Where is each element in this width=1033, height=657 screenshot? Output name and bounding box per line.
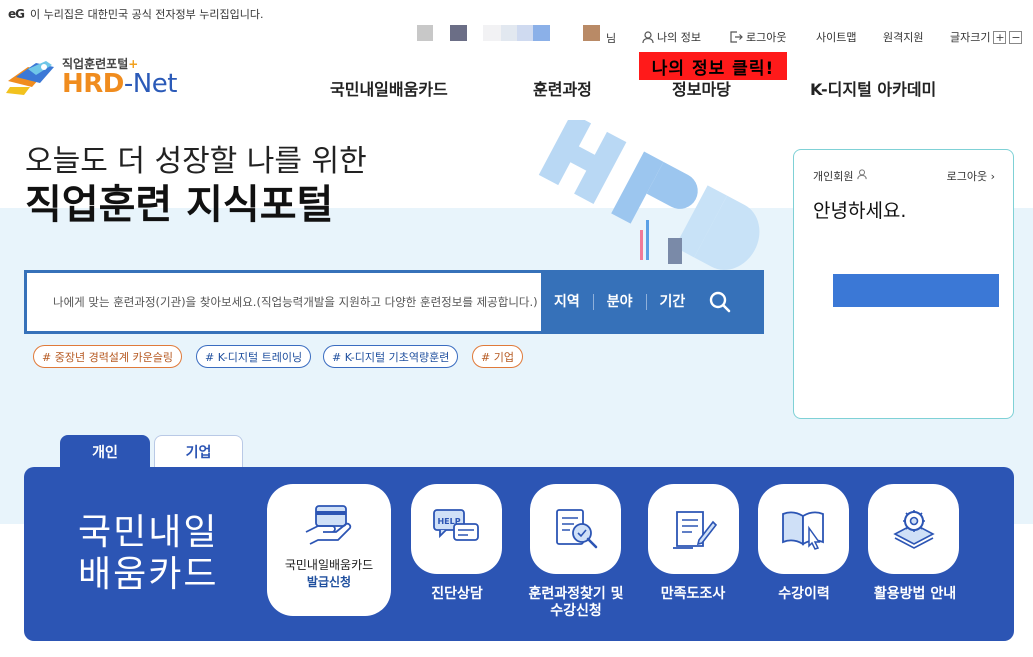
logo-emblem-icon bbox=[6, 61, 54, 95]
nav-training-courses[interactable]: 훈련과정 bbox=[533, 76, 592, 100]
zoom-in-button[interactable]: + bbox=[993, 30, 1007, 44]
nav-k-digital-academy[interactable]: K-디지털 아카데미 bbox=[810, 76, 936, 100]
member-type-label: 개인회원 bbox=[813, 170, 854, 183]
course-search-label: 훈련과정찾기 및 수강신청 bbox=[528, 586, 624, 619]
hashtag-k-digital-basic[interactable]: # K-디지털 기초역량훈련 bbox=[323, 345, 459, 368]
card-issue-tile[interactable]: 국민내일배움카드 발급신청 bbox=[267, 484, 391, 616]
my-info-link[interactable]: 나의 정보 bbox=[642, 29, 701, 45]
course-search-input[interactable] bbox=[27, 273, 541, 331]
filter-region[interactable]: 지역 bbox=[541, 294, 594, 310]
book-cursor-icon bbox=[781, 511, 824, 550]
usage-guide-tile[interactable] bbox=[868, 484, 959, 574]
card-logout-link[interactable]: 로그아웃 › bbox=[947, 168, 995, 184]
logo-dash: - bbox=[123, 69, 133, 99]
swatch bbox=[417, 25, 433, 41]
hashtag-company[interactable]: # 기업 bbox=[472, 345, 523, 368]
course-history-tile[interactable] bbox=[758, 484, 849, 574]
gear-stack-icon bbox=[892, 510, 935, 549]
filter-field[interactable]: 분야 bbox=[594, 294, 647, 310]
swatch bbox=[483, 25, 501, 41]
hero-title: 직업훈련 지식포털 bbox=[25, 182, 334, 228]
logout-icon bbox=[730, 31, 743, 43]
remote-support-link[interactable]: 원격지원 bbox=[883, 29, 923, 45]
user-suffix: 님 bbox=[606, 32, 617, 45]
card-logout-label: 로그아웃 bbox=[946, 170, 988, 183]
swatch bbox=[450, 25, 467, 41]
filter-period[interactable]: 기간 bbox=[647, 294, 699, 310]
survey-pen-icon bbox=[672, 511, 717, 549]
gov-logo-icon: eG bbox=[8, 7, 25, 21]
consult-label: 진단상담 bbox=[431, 586, 483, 602]
hashtag-midcareer-counseling[interactable]: # 중장년 경력설계 카운슬링 bbox=[33, 345, 183, 368]
document-search-icon bbox=[555, 509, 597, 549]
logout-label: 로그아웃 bbox=[746, 31, 787, 44]
font-size-label: 글자크기 bbox=[950, 31, 991, 44]
gov-banner: eG 이 누리집은 대한민국 공식 전자정부 누리집입니다. bbox=[8, 4, 264, 24]
logo-wordmark: HRD-Net bbox=[62, 69, 177, 99]
card-issue-label-1: 국민내일배움카드 bbox=[284, 558, 374, 572]
hrd-net-logo[interactable]: 직업훈련포털+ HRD-Net bbox=[6, 55, 186, 101]
login-card: 개인회원 로그아웃 › 안녕하세요. bbox=[793, 149, 1014, 419]
swatch bbox=[583, 25, 600, 41]
font-size-control: 글자크기 + − bbox=[950, 29, 1023, 45]
search-filters: 지역 분야 기간 bbox=[541, 273, 761, 331]
satisfaction-survey-tile[interactable] bbox=[648, 484, 739, 574]
swatch bbox=[501, 25, 517, 41]
greeting: 안녕하세요. bbox=[813, 200, 907, 222]
course-search-tile[interactable] bbox=[530, 484, 621, 574]
card-issue-label-2: 발급신청 bbox=[306, 575, 352, 589]
page: { "gov_banner": {"logo": "eG", "text": "… bbox=[0, 0, 1033, 657]
search-button[interactable] bbox=[700, 282, 740, 322]
help-chat-icon: HELP bbox=[432, 509, 479, 541]
tab-company[interactable]: 기업 bbox=[154, 435, 243, 468]
user-icon bbox=[642, 30, 654, 43]
satisfaction-survey-label: 만족도조사 bbox=[660, 586, 726, 602]
chevron-right-icon: › bbox=[990, 170, 995, 183]
card-action-button[interactable] bbox=[833, 274, 999, 307]
course-history-label: 수강이력 bbox=[778, 586, 830, 602]
card-hand-icon bbox=[305, 505, 352, 545]
sitemap-link[interactable]: 사이트맵 bbox=[816, 29, 856, 45]
usage-guide-label: 활용방법 안내 bbox=[873, 586, 957, 602]
logo-hrd: HRD bbox=[62, 69, 124, 99]
consult-tile[interactable]: HELP bbox=[411, 484, 502, 574]
zoom-out-button[interactable]: − bbox=[1009, 30, 1023, 44]
nav-national-card[interactable]: 국민내일배움카드 bbox=[330, 76, 448, 100]
swatch bbox=[533, 25, 550, 41]
tab-personal[interactable]: 개인 bbox=[60, 435, 150, 468]
logout-link[interactable]: 로그아웃 bbox=[730, 29, 786, 45]
member-type: 개인회원 bbox=[813, 168, 867, 184]
course-search-bar: 지역 분야 기간 bbox=[24, 270, 764, 334]
gov-banner-text: 이 누리집은 대한민국 공식 전자정부 누리집입니다. bbox=[30, 8, 264, 21]
annotation-label: 나의 정보 클릭! bbox=[639, 52, 787, 80]
hashtag-k-digital-training[interactable]: # K-디지털 트레이닝 bbox=[196, 345, 312, 368]
search-icon bbox=[710, 291, 731, 313]
swatch bbox=[517, 25, 533, 41]
panel-title: 국민내일배움카드 bbox=[78, 512, 219, 595]
hrd-3d-illustration bbox=[538, 120, 760, 270]
my-info-label: 나의 정보 bbox=[657, 31, 701, 44]
logo-net: Net bbox=[132, 69, 178, 99]
user-icon bbox=[857, 169, 867, 180]
